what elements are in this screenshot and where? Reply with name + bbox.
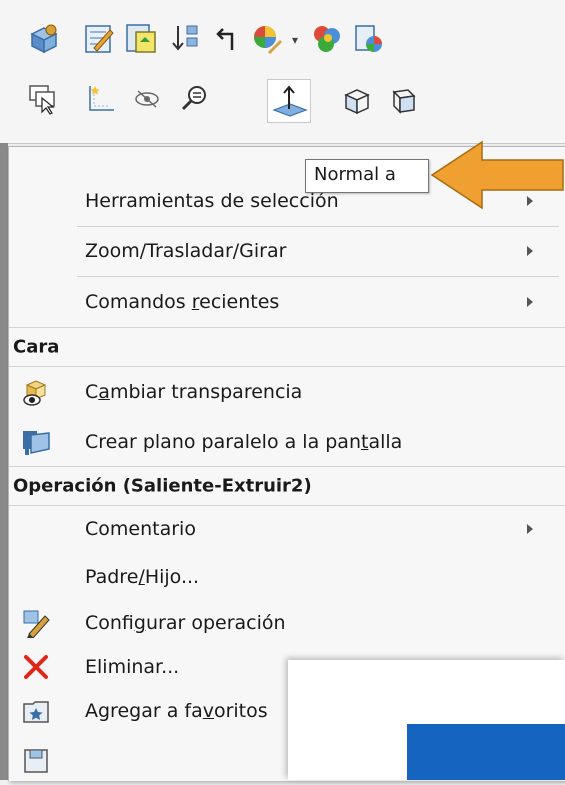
command-toolbar: ▾	[0, 0, 565, 144]
hide-eye-icon[interactable]	[130, 82, 164, 116]
menu-item-label: Configurar operación	[85, 612, 286, 634]
zoom-selection-icon[interactable]	[178, 82, 212, 116]
section-header-face: Cara	[9, 327, 565, 367]
transparency-icon	[21, 377, 51, 407]
section-title: Cara	[13, 336, 60, 358]
submenu-arrow-icon	[527, 246, 533, 256]
blue-panel	[407, 724, 565, 780]
menu-item-parent-child[interactable]: Padre/Hijo...	[9, 553, 565, 601]
appearance-icon[interactable]	[250, 22, 284, 56]
separator	[77, 276, 559, 277]
sketch-origin-icon[interactable]	[84, 82, 118, 116]
tooltip-normal-to: Normal a	[305, 159, 429, 193]
menu-item-recent-commands[interactable]: Comandos recientes	[9, 278, 565, 326]
edit-document-icon[interactable]	[124, 22, 158, 56]
sort-arrows-icon[interactable]	[168, 22, 202, 56]
rebuild-cube-icon[interactable]	[26, 22, 60, 56]
favorites-icon	[21, 696, 51, 726]
menu-item-label: Padre/Hijo...	[85, 566, 200, 588]
menu-item-label: Eliminar...	[85, 656, 180, 678]
edit-sketch-icon[interactable]	[82, 22, 116, 56]
save-selection-icon	[21, 746, 51, 776]
menu-item-comment[interactable]: Comentario	[9, 505, 565, 553]
menu-item-zoom-pan-rotate[interactable]: Zoom/Trasladar/Girar	[9, 227, 565, 275]
menu-item-label: Comentario	[85, 518, 196, 540]
menu-item-label: Herramientas de selección	[85, 190, 339, 212]
front-cube-icon[interactable]	[384, 84, 418, 118]
menu-item-create-screen-plane[interactable]: Crear plano paralelo a la pantalla	[9, 418, 565, 466]
menu-item-label: Cambiar transparencia	[85, 381, 303, 403]
dropdown-arrow-icon[interactable]: ▾	[292, 33, 298, 47]
submenu-arrow-icon	[527, 524, 533, 534]
menu-item-change-transparency[interactable]: Cambiar transparencia	[9, 368, 565, 416]
document-color-icon[interactable]	[352, 22, 386, 56]
back-arrow-icon[interactable]	[210, 22, 244, 56]
menu-item-label: Zoom/Trasladar/Girar	[85, 240, 287, 262]
screen-plane-icon	[21, 427, 51, 457]
menu-item-label: Crear plano paralelo a la pantalla	[85, 431, 403, 453]
model-edge	[0, 143, 8, 780]
menu-item-label: Agregar a favoritos	[85, 700, 268, 722]
isometric-cube-icon[interactable]	[340, 84, 374, 118]
normal-to-icon[interactable]	[267, 79, 311, 123]
select-cursor-icon[interactable]	[26, 82, 60, 116]
overlapping-window	[288, 660, 565, 780]
section-header-feature: Operación (Saliente-Extruir2)	[9, 466, 565, 506]
tooltip-text: Normal a	[314, 164, 396, 185]
submenu-arrow-icon	[527, 297, 533, 307]
delete-x-icon	[21, 652, 51, 682]
color-spheres-icon[interactable]	[310, 22, 344, 56]
menu-item-label: Comandos recientes	[85, 291, 280, 313]
section-title: Operación (Saliente-Extruir2)	[13, 475, 312, 497]
edit-feature-icon	[21, 608, 51, 638]
annotation-arrow-icon	[430, 140, 564, 210]
menu-item-edit-feature[interactable]: Configurar operación	[9, 599, 565, 647]
